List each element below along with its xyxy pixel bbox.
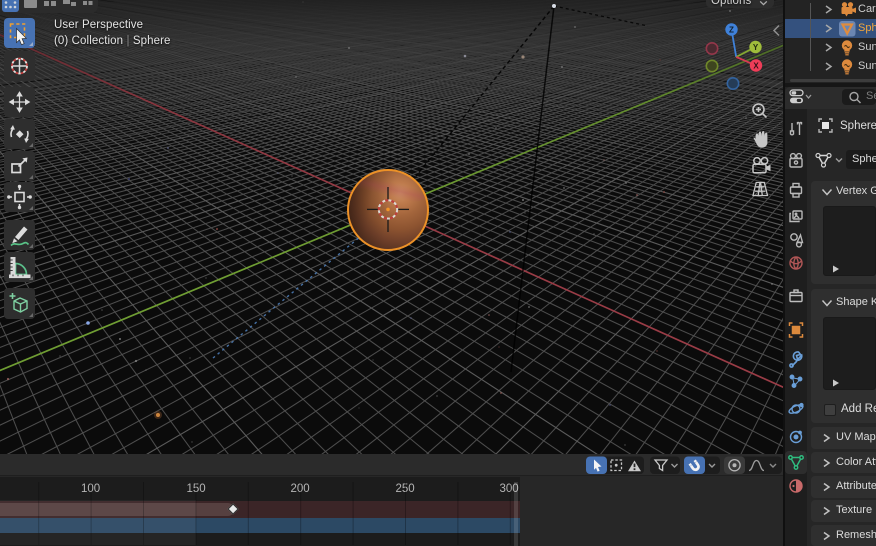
svg-text:Y: Y (753, 43, 759, 52)
svg-text:Z: Z (729, 25, 734, 34)
svg-text:X: X (753, 61, 759, 70)
